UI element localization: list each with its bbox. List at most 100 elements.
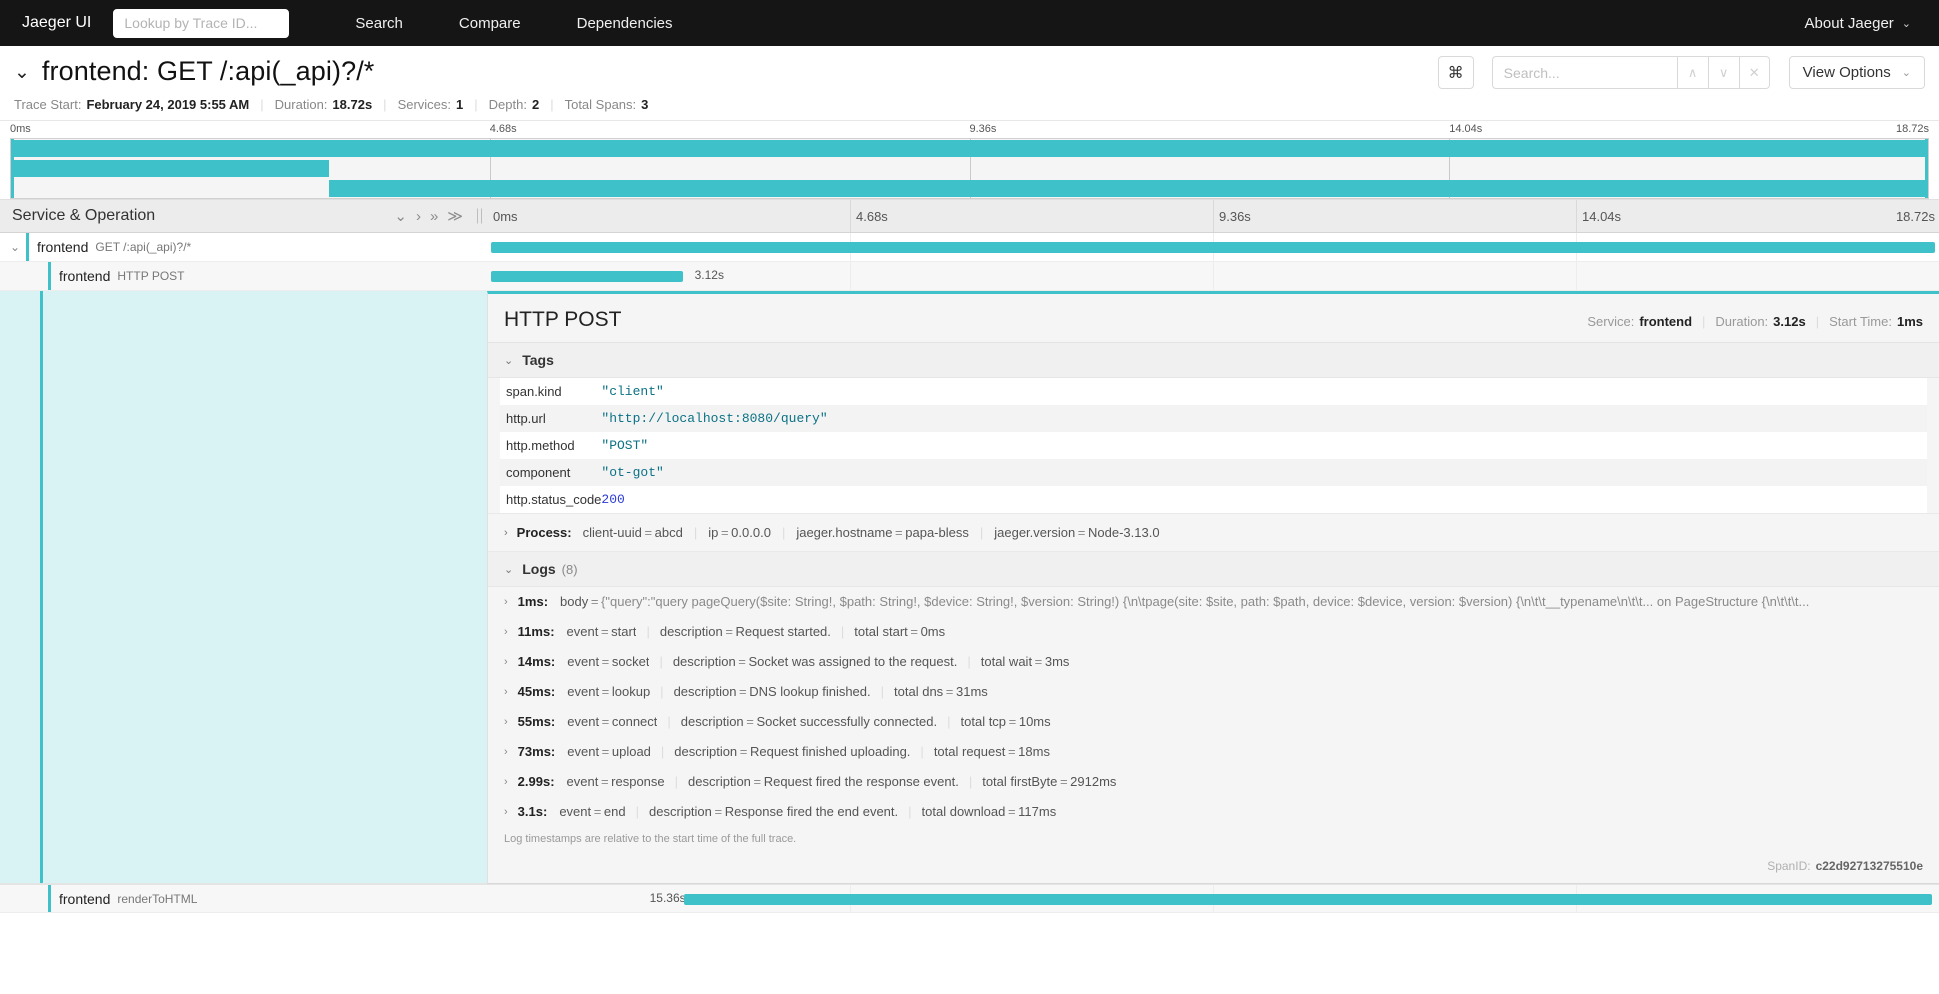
log-timestamp: 3.1s: — [517, 804, 548, 819]
log-field: total start = 0ms — [854, 624, 945, 639]
log-field-value: lookup — [611, 684, 651, 699]
nav-link-search[interactable]: Search — [327, 15, 431, 32]
detail-start-time-value: 1ms — [1896, 314, 1923, 329]
span-row-1[interactable]: frontend HTTP POST 3.12s — [0, 262, 1939, 291]
span-detail-panel: HTTP POST Service: frontend | Duration: … — [487, 291, 1939, 884]
log-field: description = DNS lookup finished. — [674, 684, 871, 699]
view-options-button[interactable]: View Options ⌄ — [1788, 56, 1925, 89]
list-item[interactable]: › 2.99s: event = response | description … — [488, 767, 1939, 797]
search-prev-icon[interactable]: ∧ — [1676, 56, 1708, 89]
span-duration-bar — [684, 894, 1932, 905]
span-row-bar-area[interactable]: 3.12s — [487, 262, 1939, 290]
equals-sign: = — [943, 684, 956, 699]
nav-link-compare[interactable]: Compare — [431, 15, 549, 32]
service-operation-header: Service & Operation ⌄ › » ≫ — [0, 200, 487, 232]
log-fields: event = start | description = Request st… — [567, 624, 946, 639]
list-item[interactable]: › 45ms: event = lookup | description = D… — [488, 677, 1939, 707]
divider: | — [693, 525, 698, 540]
log-field: event = response — [567, 774, 665, 789]
log-field: description = Request finished uploading… — [674, 744, 910, 759]
log-timestamp: 14ms: — [517, 654, 556, 669]
divider: | — [840, 624, 845, 639]
list-item[interactable]: › 3.1s: event = end | description = Resp… — [488, 797, 1939, 827]
tags-table: span.kind "client" http.url "http://loca… — [500, 378, 1927, 513]
log-field-value: 18ms — [1018, 744, 1050, 759]
search-input[interactable] — [1491, 56, 1677, 89]
log-field-key: description — [673, 684, 737, 699]
nav-link-dependencies[interactable]: Dependencies — [549, 15, 701, 32]
span-id-label: SpanID: — [1767, 859, 1811, 873]
tag-key: http.url — [506, 411, 546, 426]
keyboard-shortcuts-icon[interactable]: ⌘ — [1437, 56, 1474, 89]
search-next-icon[interactable]: ∨ — [1707, 56, 1739, 89]
span-row-bar-area[interactable] — [487, 233, 1939, 261]
minimap-tick-3: 14.04s — [1449, 123, 1483, 135]
log-field: description = Response fired the end eve… — [649, 804, 898, 819]
span-row-2[interactable]: frontend renderToHTML 15.36s — [0, 884, 1939, 913]
minimap-drag-handle-left[interactable] — [11, 139, 14, 198]
timeline-tick-2: 9.36s — [1219, 209, 1251, 224]
log-field: description = Request started. — [660, 624, 831, 639]
chevron-down-icon[interactable]: ⌄ — [6, 240, 24, 254]
log-field-key: total tcp — [960, 714, 1007, 729]
log-fields: event = upload | description = Request f… — [567, 744, 1050, 759]
span-row-label[interactable]: frontend HTTP POST — [0, 262, 487, 290]
span-operation-name: renderToHTML — [117, 891, 198, 906]
expand-all-icon[interactable]: ≫ — [447, 207, 463, 225]
column-resize-handle[interactable] — [477, 208, 482, 224]
span-row-label[interactable]: frontend renderToHTML — [0, 885, 487, 912]
tag-key: http.method — [506, 438, 575, 453]
chevron-right-icon: › — [504, 625, 508, 638]
trace-total-spans-label: Total Spans: — [564, 97, 637, 112]
trace-minimap[interactable]: 0ms 4.68s 9.36s 14.04s 18.72s — [0, 121, 1939, 199]
span-service-name: frontend — [59, 268, 111, 284]
span-row-bar-area[interactable]: 15.36s — [487, 885, 1939, 912]
list-item[interactable]: › 55ms: event = connect | description = … — [488, 707, 1939, 737]
process-accordion-header[interactable]: › Process: client-uuid = abcd | ip = 0.0… — [488, 513, 1939, 552]
equals-sign: = — [588, 594, 602, 609]
timeline-tick-0: 0ms — [493, 209, 518, 224]
trace-total-spans-value: 3 — [641, 97, 649, 112]
trace-id-lookup-input[interactable] — [113, 8, 290, 38]
tag-value: 200 — [601, 492, 625, 507]
log-field: event = lookup — [567, 684, 650, 699]
timeline-tick-4: 18.72s — [1895, 209, 1935, 224]
collapse-one-icon[interactable]: ⌄ — [394, 207, 407, 225]
log-field-key: event — [559, 804, 592, 819]
jaeger-ui-brand[interactable]: Jaeger UI — [22, 14, 91, 32]
expand-one-icon[interactable]: › — [416, 208, 421, 225]
timeline-tick-1: 4.68s — [856, 209, 888, 224]
log-field-value: Request finished uploading. — [749, 744, 911, 759]
span-row-0[interactable]: ⌄ frontend GET /:api(_api)?/* — [0, 233, 1939, 262]
list-item[interactable]: › 73ms: event = upload | description = R… — [488, 737, 1939, 767]
process-field-key: jaeger.hostname — [796, 525, 893, 540]
timeline-column-header: Service & Operation ⌄ › » ≫ 0ms 4.68s 9.… — [0, 199, 1939, 233]
page-title: frontend: GET /:api(_api)?/* — [41, 56, 375, 86]
collapse-all-icon[interactable]: » — [430, 208, 438, 225]
equals-sign: = — [599, 714, 612, 729]
search-clear-icon[interactable]: ✕ — [1738, 56, 1770, 89]
about-jaeger-menu[interactable]: About Jaeger ⌄ — [1805, 15, 1917, 32]
span-service-name: frontend — [59, 890, 111, 907]
equals-sign: = — [599, 744, 612, 759]
minimap-canvas[interactable] — [10, 138, 1929, 199]
equals-sign: = — [1005, 804, 1019, 819]
logs-accordion-header[interactable]: ⌄ Logs (8) — [488, 552, 1939, 587]
log-field-value: 117ms — [1018, 804, 1057, 819]
tags-accordion-header[interactable]: ⌄ Tags — [488, 343, 1939, 378]
list-item[interactable]: › 11ms: event = start | description = Re… — [488, 617, 1939, 647]
trace-total-spans-item: Total Spans: 3 — [565, 97, 649, 112]
span-operation-name: HTTP POST — [117, 269, 185, 283]
minimap-drag-handle-right[interactable] — [1925, 139, 1928, 198]
list-item[interactable]: › 14ms: event = socket | description = S… — [488, 647, 1939, 677]
log-fields: body = {"query":"query pageQuery($site: … — [560, 594, 1809, 609]
log-field-value: {"query":"query pageQuery($site: String!… — [601, 594, 1810, 609]
minimap-span-bar — [11, 160, 330, 177]
list-item[interactable]: › 1ms: body = {"query":"query pageQuery(… — [488, 587, 1939, 617]
detail-start-time-label: Start Time: — [1829, 314, 1892, 329]
process-field-value: Node-3.13.0 — [1088, 525, 1160, 540]
span-row-label[interactable]: ⌄ frontend GET /:api(_api)?/* — [0, 233, 487, 261]
timeline-gridline — [1213, 200, 1214, 232]
log-field-key: total firstByte — [982, 774, 1058, 789]
chevron-down-icon[interactable]: ⌄ — [14, 63, 30, 82]
